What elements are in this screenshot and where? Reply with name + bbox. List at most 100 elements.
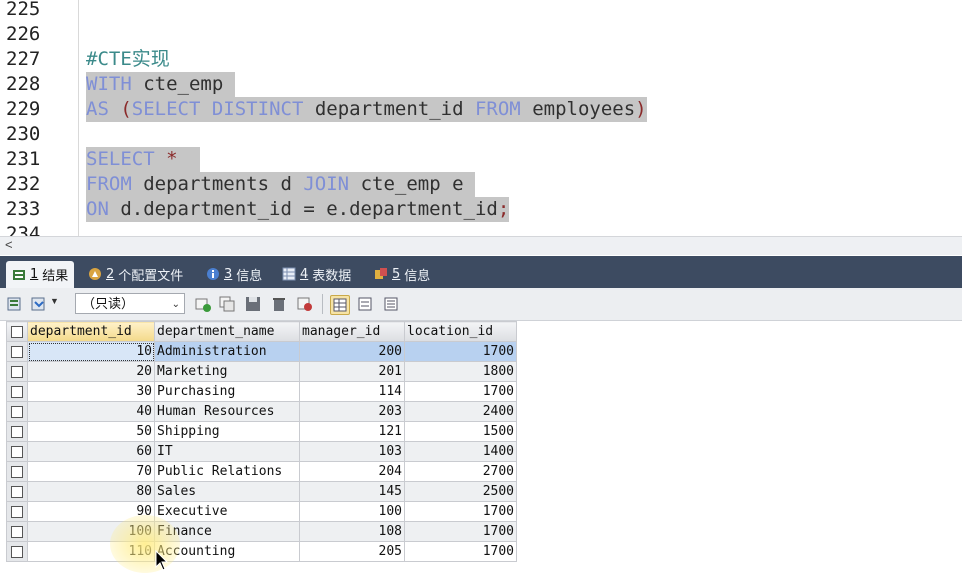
code-text[interactable]: #CTE实现	[86, 47, 170, 72]
cell-department-id[interactable]: 80	[27, 481, 155, 502]
editor-line[interactable]: 225	[0, 0, 962, 22]
tab-table-data[interactable]: 4 表数据	[282, 262, 351, 286]
table-row[interactable]: 60 IT 103 1400	[6, 441, 517, 462]
duplicate-row-icon[interactable]	[218, 295, 236, 313]
row-checkbox[interactable]	[6, 521, 28, 542]
tab-info[interactable]: 3 信息	[206, 262, 262, 286]
read-only-mode-select[interactable]: （只读） ⌄	[75, 293, 185, 314]
cell-department-name[interactable]: Human Resources	[154, 401, 300, 422]
insert-row-icon[interactable]	[194, 295, 212, 313]
table-row[interactable]: 30 Purchasing 114 1700	[6, 381, 517, 402]
export-icon[interactable]	[6, 295, 24, 313]
table-row[interactable]: 100 Finance 108 1700	[6, 521, 517, 542]
cell-manager-id[interactable]: 100	[299, 501, 405, 522]
row-checkbox[interactable]	[6, 501, 28, 522]
cell-department-id[interactable]: 40	[27, 401, 155, 422]
cell-manager-id[interactable]: 145	[299, 481, 405, 502]
editor-line[interactable]: 233 ON d.department_id = e.department_id;	[0, 197, 962, 222]
column-header-manager-id[interactable]: manager_id	[299, 321, 405, 342]
cell-manager-id[interactable]: 203	[299, 401, 405, 422]
editor-horizontal-scrollbar[interactable]: <	[0, 236, 962, 255]
select-all-checkbox[interactable]	[6, 321, 28, 342]
column-header-department-id[interactable]: department_id	[27, 321, 155, 342]
save-icon[interactable]	[244, 295, 262, 313]
cell-department-name[interactable]: Administration	[154, 341, 300, 362]
cell-department-name[interactable]: Accounting	[154, 541, 300, 562]
form-view-icon[interactable]	[356, 295, 374, 313]
cell-department-name[interactable]: Finance	[154, 521, 300, 542]
row-checkbox[interactable]	[6, 341, 28, 362]
cell-department-id[interactable]: 60	[27, 441, 155, 462]
column-header-department-name[interactable]: department_name	[154, 321, 300, 342]
cell-location-id[interactable]: 2400	[404, 401, 517, 422]
row-checkbox[interactable]	[6, 461, 28, 482]
editor-line[interactable]: 228 WITH cte_emp	[0, 72, 962, 97]
cell-location-id[interactable]: 1500	[404, 421, 517, 442]
cell-manager-id[interactable]: 121	[299, 421, 405, 442]
code-text[interactable]: WITH cte_emp	[86, 72, 235, 97]
sql-editor[interactable]: 225 226 227 #CTE实现 228 WITH cte_emp 229 AS (SE…	[0, 0, 962, 236]
cell-manager-id[interactable]: 205	[299, 541, 405, 562]
tab-info-2[interactable]: 5 信息	[374, 262, 430, 286]
column-header-location-id[interactable]: location_id	[404, 321, 517, 342]
code-text[interactable]: AS (SELECT DISTINCT department_id FROM e…	[86, 97, 647, 122]
cell-department-name[interactable]: Shipping	[154, 421, 300, 442]
cell-manager-id[interactable]: 201	[299, 361, 405, 382]
tab-results[interactable]: 1 结果	[6, 261, 75, 288]
cell-location-id[interactable]: 2500	[404, 481, 517, 502]
cell-department-id[interactable]: 10	[27, 341, 155, 362]
row-checkbox[interactable]	[6, 441, 28, 462]
cell-manager-id[interactable]: 103	[299, 441, 405, 462]
code-text[interactable]: FROM departments d JOIN cte_emp e	[86, 172, 475, 197]
table-row[interactable]: 50 Shipping 121 1500	[6, 421, 517, 442]
cell-manager-id[interactable]: 114	[299, 381, 405, 402]
cell-department-id[interactable]: 90	[27, 501, 155, 522]
cell-location-id[interactable]: 1400	[404, 441, 517, 462]
cell-location-id[interactable]: 1700	[404, 541, 517, 562]
cell-department-name[interactable]: Marketing	[154, 361, 300, 382]
table-row[interactable]: 10 Administration 200 1700	[6, 341, 517, 362]
cell-department-name[interactable]: Purchasing	[154, 381, 300, 402]
table-row[interactable]: 80 Sales 145 2500	[6, 481, 517, 502]
row-checkbox[interactable]	[6, 381, 28, 402]
text-view-icon[interactable]	[382, 295, 400, 313]
row-checkbox[interactable]	[6, 481, 28, 502]
chevron-down-icon[interactable]: ▼	[50, 296, 59, 306]
table-row[interactable]: 20 Marketing 201 1800	[6, 361, 517, 382]
row-checkbox[interactable]	[6, 401, 28, 422]
cell-department-name[interactable]: Sales	[154, 481, 300, 502]
editor-line[interactable]: 230	[0, 122, 962, 147]
row-checkbox[interactable]	[6, 421, 28, 442]
grid-view-icon[interactable]	[330, 295, 350, 315]
cell-department-id[interactable]: 50	[27, 421, 155, 442]
table-row[interactable]: 40 Human Resources 203 2400	[6, 401, 517, 422]
editor-line[interactable]: 232 FROM departments d JOIN cte_emp e	[0, 172, 962, 197]
cell-department-id[interactable]: 100	[27, 521, 155, 542]
cell-department-name[interactable]: IT	[154, 441, 300, 462]
table-row[interactable]: 110 Accounting 205 1700	[6, 541, 517, 562]
cell-department-id[interactable]: 70	[27, 461, 155, 482]
cell-department-name[interactable]: Executive	[154, 501, 300, 522]
tab-profiles[interactable]: 2 个配置文件	[88, 262, 183, 286]
cell-department-id[interactable]: 30	[27, 381, 155, 402]
table-row[interactable]: 70 Public Relations 204 2700	[6, 461, 517, 482]
cell-department-id[interactable]: 110	[27, 541, 155, 562]
cell-location-id[interactable]: 1700	[404, 341, 517, 362]
code-text[interactable]: SELECT *	[86, 147, 201, 172]
cancel-changes-icon[interactable]	[296, 295, 314, 313]
editor-line[interactable]: 231 SELECT *	[0, 147, 962, 172]
row-checkbox[interactable]	[6, 361, 28, 382]
result-grid[interactable]: department_id department_name manager_id…	[6, 321, 517, 562]
row-checkbox[interactable]	[6, 541, 28, 562]
code-text[interactable]: ON d.department_id = e.department_id;	[86, 197, 510, 222]
cell-manager-id[interactable]: 200	[299, 341, 405, 362]
scroll-left-arrow-icon[interactable]: <	[5, 237, 13, 253]
cell-location-id[interactable]: 1700	[404, 521, 517, 542]
cell-manager-id[interactable]: 204	[299, 461, 405, 482]
cell-location-id[interactable]: 1700	[404, 501, 517, 522]
cell-department-id[interactable]: 20	[27, 361, 155, 382]
cell-manager-id[interactable]: 108	[299, 521, 405, 542]
delete-icon[interactable]	[270, 295, 288, 313]
cell-location-id[interactable]: 2700	[404, 461, 517, 482]
editor-line[interactable]: 226	[0, 22, 962, 47]
